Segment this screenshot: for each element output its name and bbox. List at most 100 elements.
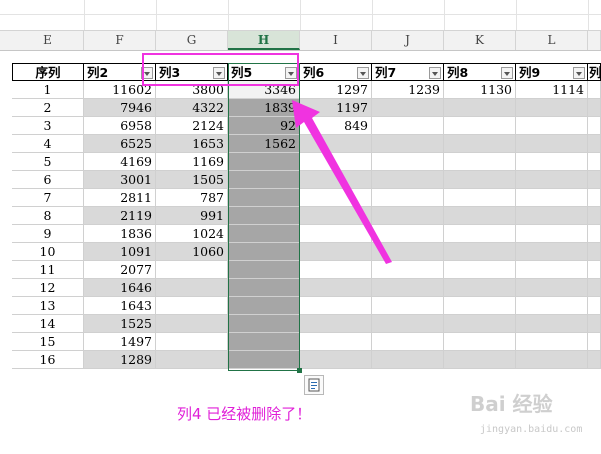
table-cell[interactable]: 5: [12, 153, 84, 171]
table-cell[interactable]: [588, 225, 601, 243]
table-cell[interactable]: [228, 315, 300, 333]
table-cell[interactable]: [156, 351, 228, 369]
table-cell[interactable]: 6525: [84, 135, 156, 153]
header-cell-列8[interactable]: 列8: [444, 63, 516, 81]
table-cell[interactable]: [372, 315, 444, 333]
header-cell-列10[interactable]: 列: [588, 63, 601, 81]
table-cell[interactable]: [444, 261, 516, 279]
table-cell[interactable]: 14: [12, 315, 84, 333]
table-cell[interactable]: [300, 207, 372, 225]
table-cell[interactable]: [300, 135, 372, 153]
table-cell[interactable]: [588, 243, 601, 261]
table-cell[interactable]: [444, 225, 516, 243]
table-cell[interactable]: [300, 189, 372, 207]
table-cell[interactable]: 3: [12, 117, 84, 135]
table-cell[interactable]: [588, 117, 601, 135]
table-cell[interactable]: [228, 243, 300, 261]
table-cell[interactable]: [300, 351, 372, 369]
filter-dropdown-icon[interactable]: [357, 67, 369, 79]
table-cell[interactable]: 1169: [156, 153, 228, 171]
table-cell[interactable]: [372, 153, 444, 171]
table-cell[interactable]: [372, 333, 444, 351]
filter-dropdown-icon[interactable]: [501, 67, 513, 79]
table-cell[interactable]: 2811: [84, 189, 156, 207]
table-cell[interactable]: [516, 243, 588, 261]
table-cell[interactable]: [228, 261, 300, 279]
table-cell[interactable]: [444, 279, 516, 297]
table-cell[interactable]: [588, 189, 601, 207]
table-cell[interactable]: 1505: [156, 171, 228, 189]
table-cell[interactable]: [300, 333, 372, 351]
table-cell[interactable]: 92: [228, 117, 300, 135]
table-cell[interactable]: [228, 225, 300, 243]
table-cell[interactable]: 1060: [156, 243, 228, 261]
table-cell[interactable]: 1: [12, 81, 84, 99]
table-cell[interactable]: 1091: [84, 243, 156, 261]
table-cell[interactable]: [588, 153, 601, 171]
table-cell[interactable]: [444, 189, 516, 207]
table-cell[interactable]: 4169: [84, 153, 156, 171]
table-cell[interactable]: [156, 297, 228, 315]
table-cell[interactable]: [372, 261, 444, 279]
table-cell[interactable]: [372, 279, 444, 297]
fill-handle[interactable]: [297, 368, 302, 373]
table-cell[interactable]: [444, 117, 516, 135]
column-header-f[interactable]: F: [84, 31, 156, 50]
table-cell[interactable]: [372, 243, 444, 261]
table-cell[interactable]: [372, 351, 444, 369]
table-cell[interactable]: 7: [12, 189, 84, 207]
table-cell[interactable]: [228, 207, 300, 225]
column-header-j[interactable]: J: [372, 31, 444, 50]
table-cell[interactable]: [516, 333, 588, 351]
table-cell[interactable]: [516, 351, 588, 369]
table-cell[interactable]: [372, 207, 444, 225]
table-cell[interactable]: [228, 153, 300, 171]
table-cell[interactable]: 1497: [84, 333, 156, 351]
column-header-l[interactable]: L: [516, 31, 588, 50]
table-cell[interactable]: [588, 207, 601, 225]
column-header-k[interactable]: K: [444, 31, 516, 50]
table-cell[interactable]: [156, 279, 228, 297]
table-cell[interactable]: 4322: [156, 99, 228, 117]
table-cell[interactable]: [156, 315, 228, 333]
table-cell[interactable]: [588, 261, 601, 279]
table-cell[interactable]: [516, 315, 588, 333]
table-cell[interactable]: [300, 261, 372, 279]
table-cell[interactable]: [156, 261, 228, 279]
table-cell[interactable]: [372, 297, 444, 315]
table-cell[interactable]: [588, 351, 601, 369]
table-cell[interactable]: 6: [12, 171, 84, 189]
table-cell[interactable]: [444, 333, 516, 351]
header-cell-列7[interactable]: 列7: [372, 63, 444, 81]
table-cell[interactable]: 13: [12, 297, 84, 315]
table-cell[interactable]: 1024: [156, 225, 228, 243]
table-cell[interactable]: [516, 207, 588, 225]
column-header-g[interactable]: G: [156, 31, 228, 50]
table-cell[interactable]: [588, 333, 601, 351]
table-cell[interactable]: [228, 297, 300, 315]
table-cell[interactable]: [372, 99, 444, 117]
table-cell[interactable]: 991: [156, 207, 228, 225]
table-cell[interactable]: [228, 171, 300, 189]
table-cell[interactable]: 1130: [444, 81, 516, 99]
table-cell[interactable]: 11: [12, 261, 84, 279]
table-cell[interactable]: [444, 135, 516, 153]
table-cell[interactable]: [228, 351, 300, 369]
table-cell[interactable]: [516, 225, 588, 243]
table-cell[interactable]: [516, 261, 588, 279]
column-header-m[interactable]: [588, 31, 601, 50]
paste-options-icon[interactable]: [304, 375, 324, 395]
table-cell[interactable]: 1239: [372, 81, 444, 99]
column-header-h[interactable]: H: [228, 31, 300, 50]
table-cell[interactable]: [516, 297, 588, 315]
table-cell[interactable]: [300, 225, 372, 243]
header-cell-列6[interactable]: 列6: [300, 63, 372, 81]
table-cell[interactable]: [444, 297, 516, 315]
table-cell[interactable]: 1114: [516, 81, 588, 99]
table-cell[interactable]: 2124: [156, 117, 228, 135]
table-cell[interactable]: [516, 99, 588, 117]
table-cell[interactable]: [300, 171, 372, 189]
table-cell[interactable]: [444, 315, 516, 333]
table-cell[interactable]: [444, 207, 516, 225]
table-cell[interactable]: [372, 171, 444, 189]
